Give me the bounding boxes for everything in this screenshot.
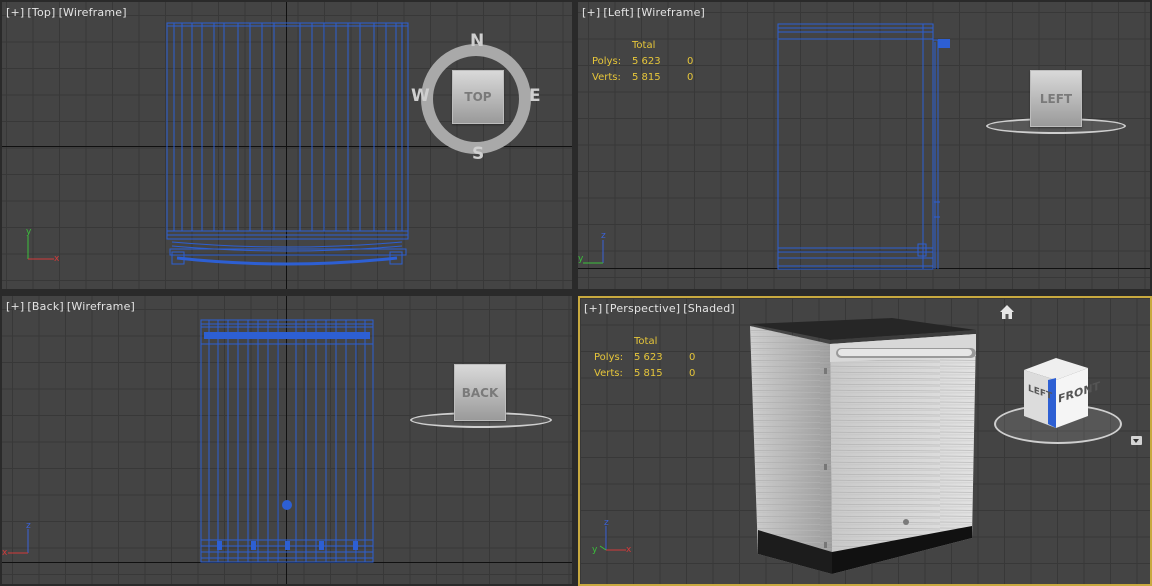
axis-y-label: y — [592, 545, 598, 555]
axis-z-label: z — [604, 518, 609, 528]
viewport-back[interactable]: [+] [Back] [Wireframe] BACK z x — [2, 296, 572, 584]
axis-tripod: z x y — [592, 518, 632, 555]
axis-tripod: z x — [2, 521, 31, 558]
axis-x-label: x — [54, 254, 60, 264]
axis-y-label: y — [578, 254, 584, 264]
axis-x-label: x — [2, 548, 8, 558]
axis-y-label: y — [26, 227, 32, 237]
axis-x-label: x — [626, 545, 632, 555]
axis-tripod: z y — [578, 231, 606, 264]
viewport-perspective[interactable]: [+] [Perspective] [Shaded] Total Polys: 5 6… — [578, 296, 1152, 586]
viewport-top[interactable]: [+] [Top] [Wireframe] TOP N S E W y x — [2, 2, 572, 289]
viewport-left[interactable]: [+] [Left] [Wireframe] Total Polys: 5 623 0 … — [578, 2, 1150, 289]
axis-tripod: y x — [26, 227, 60, 264]
axis-z-label: z — [26, 521, 31, 531]
axis-z-label: z — [601, 231, 606, 241]
